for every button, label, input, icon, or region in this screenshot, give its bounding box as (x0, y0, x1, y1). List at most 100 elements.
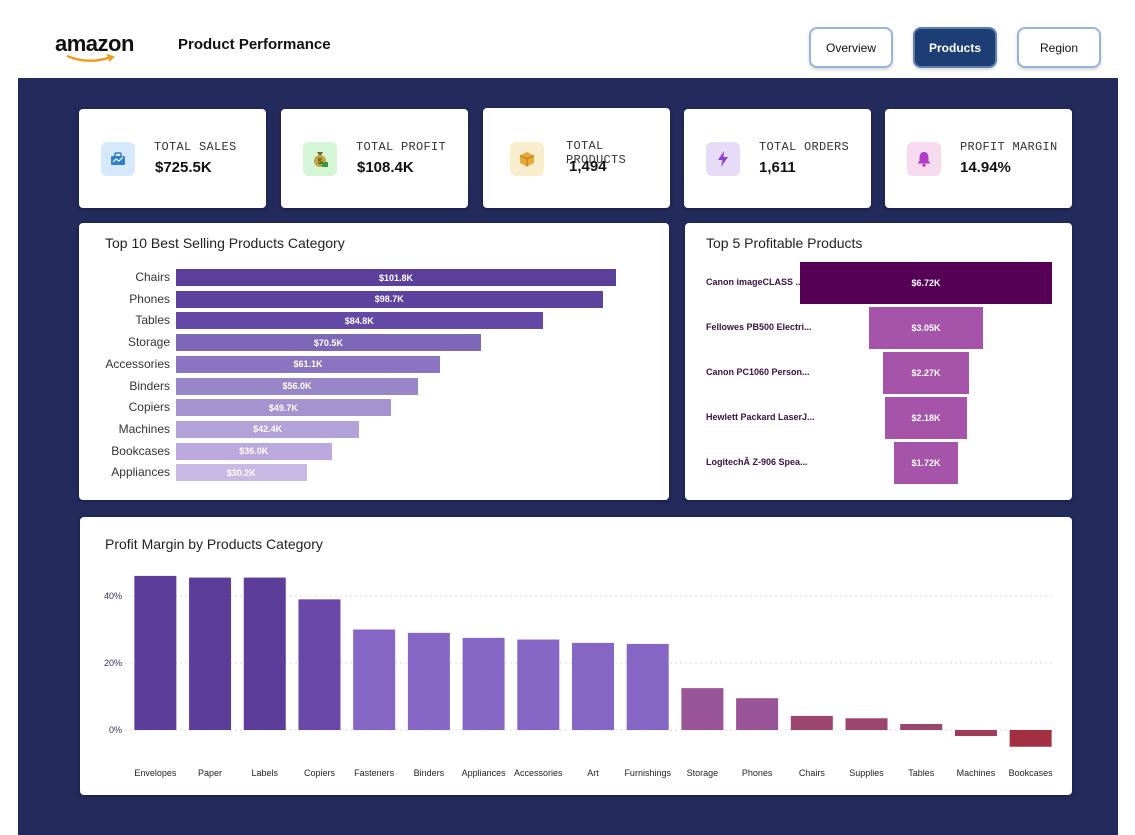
kpi-label: PROFIT MARGIN (960, 140, 1058, 154)
x-category-label: Furnishings (624, 768, 671, 778)
margin-column[interactable] (681, 688, 724, 730)
sales-bar[interactable]: $101.8K (176, 269, 616, 286)
y-tick-label: 20% (104, 658, 122, 668)
kpi-value: 1,494 (569, 158, 607, 175)
dashboard-page: amazon Product Performance Overview Prod… (0, 0, 1135, 835)
kpi-value: $725.5K (155, 159, 212, 176)
sales-bar[interactable]: $49.7K (176, 399, 391, 417)
margin-column[interactable] (243, 577, 286, 730)
bar-value-label: $1.72K (911, 458, 941, 468)
bar-value-label: $3.05K (911, 323, 941, 333)
product-name-label: Hewlett Packard LaserJ... (706, 412, 815, 422)
product-name-label: LogitechÂ Z-906 Spea... (706, 457, 808, 467)
x-category-label: Machines (957, 768, 996, 778)
bar-value-label: $30.2K (226, 467, 256, 478)
x-category-label: Supplies (849, 768, 884, 778)
bar-value-label: $70.5K (313, 337, 343, 348)
margin-column[interactable] (517, 639, 560, 730)
margin-column[interactable] (845, 718, 888, 730)
profit-funnel-bar[interactable]: $1.72K (893, 442, 959, 484)
logo-text: amazon (55, 31, 134, 56)
nav-overview-button[interactable]: Overview (809, 27, 893, 68)
bar-value-label: $2.27K (911, 368, 941, 378)
x-category-label: Chairs (799, 768, 826, 778)
x-category-label: Fasteners (354, 768, 395, 778)
package-icon (510, 142, 544, 176)
profit-funnel-bar[interactable]: $6.72K (800, 262, 1052, 304)
bar-value-label: $42.4K (253, 424, 283, 435)
profit-margin-column-chart: 0% 20% 40% Envelopes Paper Labels Copiers Faste… (104, 575, 1055, 778)
x-category-label: Binders (414, 768, 445, 778)
x-category-label: Copiers (304, 768, 336, 778)
bar-value-label: $101.8K (378, 272, 414, 283)
kpi-card-total-profit: $ TOTAL PROFIT $108.4K (281, 109, 468, 208)
sales-bar[interactable]: $36.0K (176, 442, 332, 460)
margin-column[interactable] (134, 575, 177, 730)
y-tick-label: 40% (104, 591, 122, 601)
bar-category-label: Accessories (105, 356, 170, 371)
margin-column[interactable] (954, 730, 997, 737)
profit-funnel-bar[interactable]: $3.05K (868, 307, 984, 349)
bar-category-label: Tables (135, 313, 170, 328)
smile-arrow-icon (66, 54, 115, 62)
sales-bar[interactable]: $30.2K (176, 464, 307, 482)
kpi-card-profit-margin: PROFIT MARGIN 14.94% (885, 109, 1072, 208)
margin-column[interactable] (900, 723, 943, 730)
margin-column[interactable] (298, 599, 341, 730)
profit-funnel-bar[interactable]: $2.18K (885, 397, 967, 439)
margin-column[interactable] (189, 577, 232, 730)
page-title: Product Performance (178, 36, 331, 53)
money-bag-icon: $ (303, 142, 337, 176)
margin-column[interactable] (462, 637, 505, 730)
sales-bar[interactable]: $84.8K (176, 312, 543, 330)
bar-value-label: $49.7K (268, 402, 298, 413)
top-profitable-chart-title: Top 5 Profitable Products (706, 235, 863, 251)
margin-column[interactable] (407, 632, 450, 730)
margin-column[interactable] (1009, 730, 1052, 747)
briefcase-icon (101, 142, 135, 176)
bar-value-label: $6.72K (911, 278, 941, 288)
kpi-value: $108.4K (357, 159, 414, 176)
y-tick-label: 0% (109, 725, 122, 735)
bar-category-label: Appliances (111, 465, 170, 480)
sales-bar[interactable]: $56.0K (176, 377, 419, 395)
x-category-label: Storage (687, 768, 719, 778)
kpi-label: TOTAL PROFIT (356, 140, 447, 154)
nav-region-button[interactable]: Region (1017, 27, 1101, 68)
nav-products-button[interactable]: Products (913, 27, 997, 68)
kpi-label: TOTAL ORDERS (759, 140, 850, 154)
top-profitable-chart-card: Top 5 Profitable Products $6.72K Canon im… (685, 223, 1072, 500)
margin-column[interactable] (626, 643, 669, 730)
profit-funnel-bar[interactable]: $2.27K (883, 352, 969, 394)
sales-bar[interactable]: $61.1K (176, 355, 441, 373)
product-name-label: Fellowes PB500 Electri... (706, 322, 812, 332)
sales-bar[interactable]: $42.4K (176, 420, 360, 438)
x-category-label: Labels (251, 768, 278, 778)
margin-column[interactable] (353, 629, 396, 731)
bar-value-label: $56.0K (282, 381, 312, 391)
kpi-card-total-products: TOTAL PRODUCTS 1,494 (483, 108, 670, 208)
sales-bar[interactable]: $70.5K (176, 334, 481, 352)
bell-icon (907, 142, 941, 176)
margin-column[interactable] (790, 715, 833, 730)
margin-column[interactable] (572, 642, 614, 730)
bar-category-label: Copiers (128, 400, 170, 415)
bar-category-label: Binders (129, 378, 170, 393)
margin-column[interactable] (736, 698, 779, 730)
x-category-label: Art (587, 768, 599, 778)
x-category-label: Accessories (514, 768, 563, 778)
x-category-label: Appliances (462, 768, 507, 778)
sales-bar[interactable]: $98.7K (176, 290, 603, 308)
bar-value-label: $84.8K (344, 315, 374, 326)
top-selling-chart-card: Top 10 Best Selling Products Category Ch… (79, 223, 669, 500)
bar-category-label: Bookcases (111, 443, 170, 458)
bar-value-label: $2.18K (911, 413, 941, 423)
bar-category-label: Machines (118, 421, 170, 436)
bar-value-label: $98.7K (374, 294, 404, 305)
product-name-label: Canon PC1060 Person... (706, 367, 810, 377)
bar-category-label: Storage (127, 335, 170, 350)
bar-category-label: Phones (129, 291, 170, 306)
x-category-label: Tables (908, 768, 935, 778)
top-selling-chart-title: Top 10 Best Selling Products Category (105, 235, 345, 251)
x-category-label: Paper (198, 768, 222, 778)
